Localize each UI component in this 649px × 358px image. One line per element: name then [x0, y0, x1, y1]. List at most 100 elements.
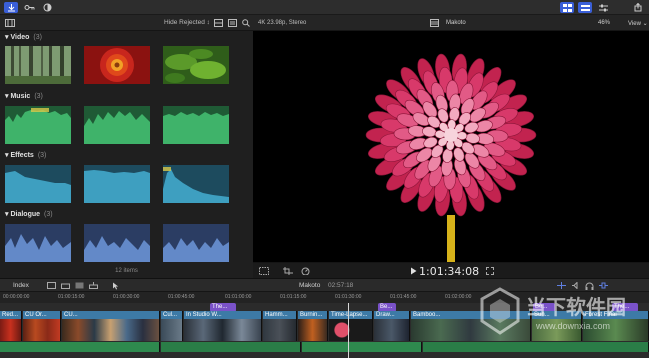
filter-dropdown[interactable]: Hide Rejected ↕	[164, 19, 210, 26]
clip-appearance-icon[interactable]	[214, 19, 223, 27]
clip-label: Be...	[380, 304, 393, 310]
zoom-dropdown[interactable]: 46%	[598, 20, 610, 26]
primary-clip[interactable]: Red...	[0, 311, 22, 341]
site-watermark: 当下软件园 www.downxia.com	[474, 285, 649, 358]
ruler-tick-label: 01:01:00:00	[225, 294, 252, 300]
audio-clip[interactable]	[302, 342, 422, 352]
list-view-icon[interactable]	[228, 19, 237, 27]
ruler-tick-label: 01:01:45:00	[390, 294, 417, 300]
select-tool-icon[interactable]	[112, 282, 120, 290]
clip-label: CU...	[64, 312, 78, 318]
timeline-project-name: Makoto	[299, 282, 321, 289]
watermark-logo-icon	[480, 287, 520, 335]
primary-clip[interactable]: CU...	[62, 311, 160, 341]
share-button[interactable]	[632, 2, 644, 13]
speedometer-icon[interactable]	[301, 267, 310, 275]
section-title: Dialogue	[10, 211, 41, 218]
section-count: (3)	[44, 211, 53, 218]
share-icon	[634, 3, 642, 12]
timeline-icon	[580, 4, 590, 11]
ruler-tick-label: 01:01:15:00	[280, 294, 307, 300]
dahlia-image	[365, 53, 537, 262]
timecode-display[interactable]: 1:01:34:08	[419, 265, 479, 278]
keyword-button[interactable]	[22, 2, 36, 13]
watermark-title: 当下软件园	[526, 295, 626, 319]
browser-header: Hide Rejected ↕	[0, 15, 253, 31]
dialogue-clip-3[interactable]	[163, 224, 229, 262]
section-count: (3)	[34, 93, 43, 100]
primary-clip[interactable]: Cul...	[161, 311, 183, 341]
filmstrip-icon[interactable]	[5, 19, 15, 27]
media-browser: ▾ Video (3) ▾ Music (3) ▾ Effects (3) ▾ …	[0, 31, 253, 278]
clip-label: Time-Lapse...	[331, 312, 368, 318]
playhead[interactable]	[348, 303, 349, 358]
viewer-project-name: Makoto	[446, 20, 466, 26]
color-button[interactable]	[40, 2, 54, 13]
video-thumbnail-red-flower[interactable]	[84, 46, 150, 84]
browser-item-count: 12 items	[115, 268, 138, 274]
section-count: (3)	[33, 34, 42, 41]
key-icon	[24, 5, 34, 10]
film-icon	[430, 19, 439, 27]
view-menu[interactable]: View ⌄	[628, 20, 648, 27]
ruler-tick-label: 00:00:00:00	[3, 294, 30, 300]
video-thumbnail-green-leaves[interactable]	[163, 46, 229, 84]
clip-label: CU Or...	[25, 312, 47, 318]
inspector-button[interactable]	[596, 2, 610, 13]
fullscreen-icon[interactable]	[486, 267, 494, 275]
music-clip-2[interactable]	[84, 106, 150, 144]
project-duration: 02:57:18	[328, 282, 354, 289]
section-dialogue-header[interactable]: ▾ Dialogue (3)	[5, 210, 53, 218]
top-toolbar	[0, 0, 649, 15]
dialogue-clip-2[interactable]	[84, 224, 150, 262]
primary-clip[interactable]: CU Or...	[23, 311, 61, 341]
viewer-canvas[interactable]	[253, 31, 649, 262]
music-clip-1[interactable]	[5, 106, 71, 144]
clip-label: Burnin...	[300, 312, 323, 318]
clip-label: Cul...	[163, 312, 178, 318]
viewer-controls: 1:01:34:08	[253, 262, 649, 278]
dialogue-clip-1[interactable]	[5, 224, 71, 262]
crop-icon[interactable]	[283, 267, 293, 275]
audio-clip[interactable]	[161, 342, 301, 352]
watermark-url: www.downxia.com	[536, 321, 611, 331]
section-effects-header[interactable]: ▾ Effects (3)	[5, 151, 46, 159]
viewer-header: 4K 23.98p, Stereo Makoto 46% View ⌄	[253, 15, 649, 31]
section-music-header[interactable]: ▾ Music (3)	[5, 92, 43, 100]
sliders-icon	[598, 4, 608, 11]
append-clip-icon[interactable]	[47, 282, 56, 289]
ruler-tick-label: 01:00:45:00	[168, 294, 195, 300]
primary-clip[interactable]: In Studio W...	[184, 311, 262, 341]
half-circle-icon	[43, 3, 51, 12]
primary-clip[interactable]: Hamm...	[263, 311, 297, 341]
insert-clip-icon[interactable]	[61, 282, 70, 289]
library-button[interactable]	[4, 2, 18, 13]
ruler-tick-label: 01:01:30:00	[335, 294, 362, 300]
index-button[interactable]: Index	[13, 282, 29, 289]
audio-clip[interactable]	[0, 342, 160, 352]
video-thumbnail-forest[interactable]	[5, 46, 71, 84]
section-title: Video	[10, 34, 30, 41]
effects-clip-2[interactable]	[84, 165, 150, 203]
primary-clip[interactable]: Burnin...	[298, 311, 328, 341]
music-clip-3[interactable]	[163, 106, 229, 144]
search-icon[interactable]	[242, 19, 250, 27]
section-count: (3)	[37, 152, 47, 159]
clip-label: Red...	[2, 312, 19, 318]
clip-label: The...	[212, 304, 228, 310]
ruler-tick-label: 01:02:00:00	[445, 294, 472, 300]
transform-icon[interactable]	[259, 267, 269, 275]
primary-clip[interactable]: Time-Lapse...	[329, 311, 373, 341]
overwrite-clip-icon[interactable]	[75, 282, 84, 289]
connect-clip-icon[interactable]	[89, 282, 98, 289]
effects-clip-1[interactable]	[5, 165, 71, 203]
primary-clip[interactable]: Draw...	[374, 311, 410, 341]
section-title: Music	[10, 93, 31, 100]
section-video-header[interactable]: ▾ Video (3)	[5, 33, 42, 41]
layout-timeline-button[interactable]	[578, 2, 592, 13]
effects-clip-3[interactable]	[163, 165, 229, 203]
clip-label: In Studio W...	[186, 312, 222, 318]
play-icon[interactable]	[410, 267, 417, 275]
clip-label: Bamboo...	[413, 312, 441, 318]
layout-grid-button[interactable]	[560, 2, 574, 13]
